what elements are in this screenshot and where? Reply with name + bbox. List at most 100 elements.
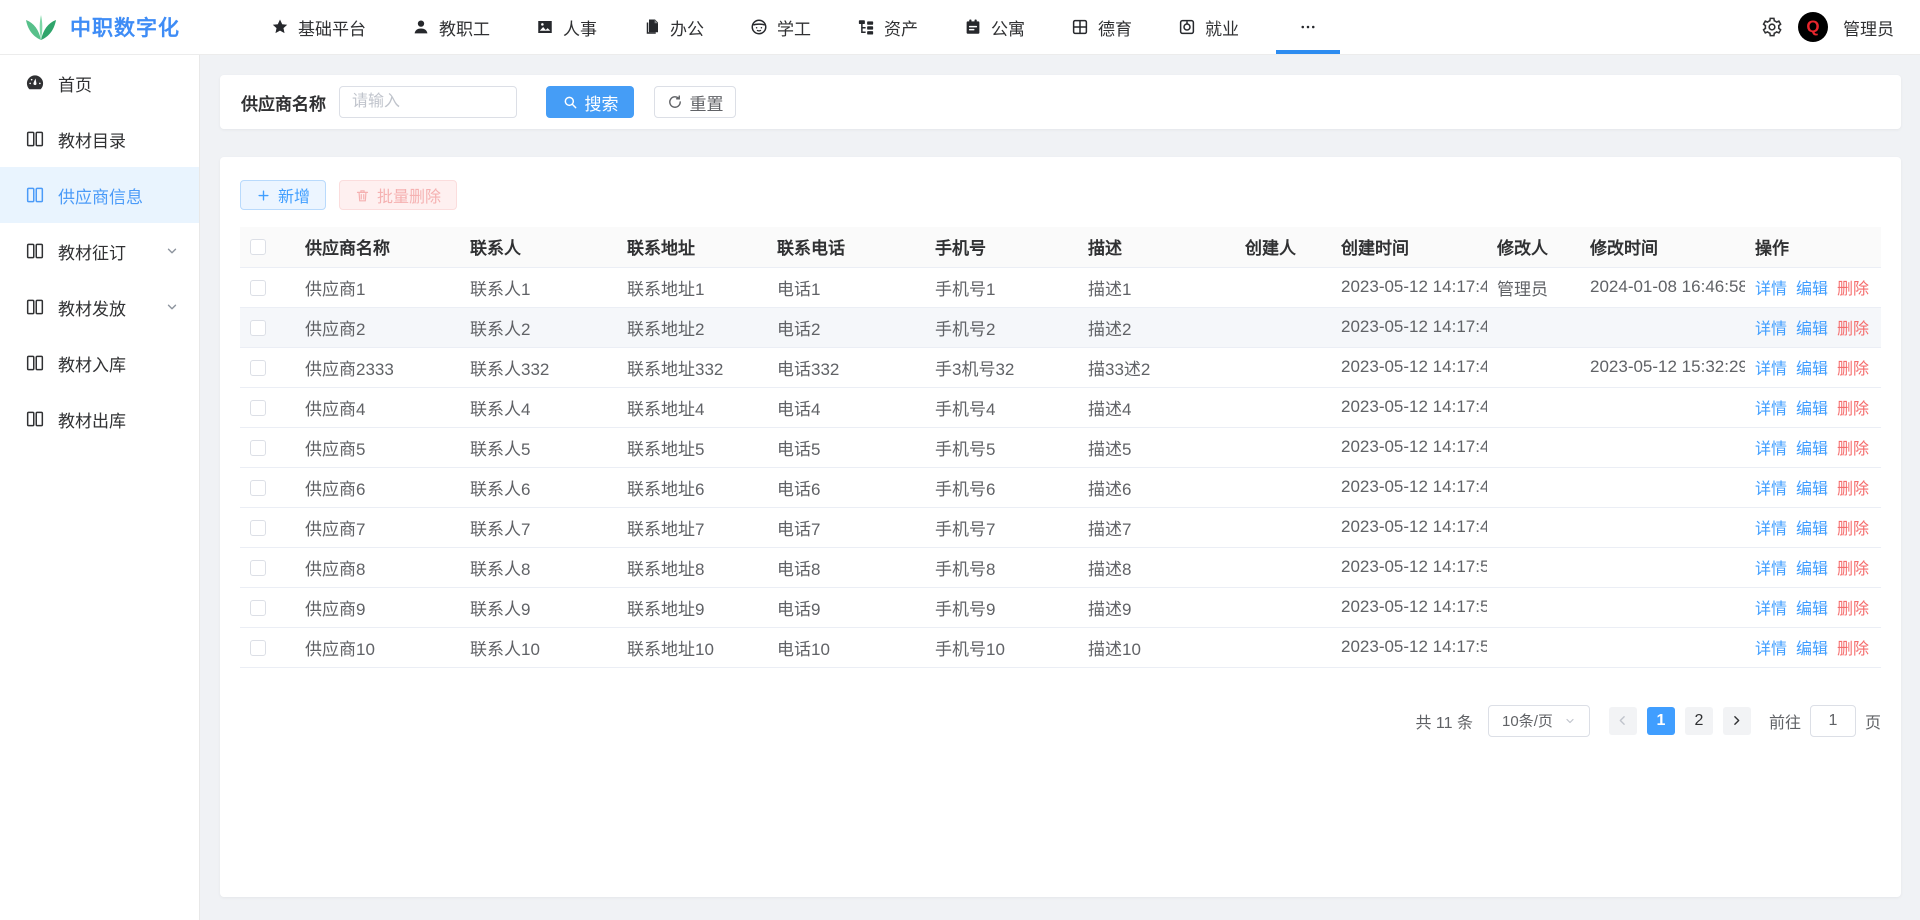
edit-link[interactable]: 编辑 [1796, 281, 1828, 298]
table-cell: 供应商1 [295, 267, 460, 307]
add-button[interactable]: 新增 [240, 180, 326, 210]
row-checkbox[interactable] [250, 560, 266, 576]
reset-button[interactable]: 重置 [654, 86, 736, 118]
row-checkbox[interactable] [250, 480, 266, 496]
nav-item-xuegong[interactable]: 学工 [727, 0, 834, 54]
table-cell: 联系人5 [460, 427, 617, 467]
sidebar-item-home[interactable]: 首页 [0, 55, 199, 111]
user-avatar[interactable]: Q [1798, 12, 1828, 42]
nav-item-renshi[interactable]: 人事 [513, 0, 620, 54]
app-logo[interactable]: 中职数字化 [24, 12, 214, 42]
edit-link[interactable]: 编辑 [1796, 641, 1828, 658]
table-cell: 联系地址332 [617, 347, 767, 387]
table-cell: 电话9 [767, 587, 925, 627]
delete-link[interactable]: 删除 [1837, 321, 1869, 338]
search-button[interactable]: 搜索 [546, 86, 634, 118]
app-header: 中职数字化 基础平台教职工人事办公学工资产 公寓德育就业 Q 管理员 [0, 0, 1920, 55]
delete-link[interactable]: 删除 [1837, 561, 1869, 578]
detail-link[interactable]: 详情 [1755, 521, 1787, 538]
goto-page-input[interactable] [1810, 705, 1856, 737]
sidebar-item-outbound[interactable]: 教材出库 [0, 391, 199, 447]
row-checkbox[interactable] [250, 640, 266, 656]
table-cell: 2023-05-12 14:17:48 [1331, 347, 1487, 387]
row-checkbox[interactable] [250, 280, 266, 296]
dashboard-icon [25, 73, 45, 93]
nav-item-jichupingtai[interactable]: 基础平台 [248, 0, 389, 54]
pagination: 共 11 条 10条/页 12 前往 页 [240, 705, 1881, 737]
more-icon [1299, 18, 1317, 36]
table-cell: 描述8 [1078, 547, 1235, 587]
edit-link[interactable]: 编辑 [1796, 521, 1828, 538]
table-cell: 2023-05-12 14:17:48 [1331, 387, 1487, 427]
edit-link[interactable]: 编辑 [1796, 481, 1828, 498]
sidebar-item-suppliers[interactable]: 供应商信息 [0, 167, 199, 223]
delete-link[interactable]: 删除 [1837, 401, 1869, 418]
table-cell: 管理员 [1487, 267, 1580, 307]
row-checkbox[interactable] [250, 600, 266, 616]
delete-link[interactable]: 删除 [1837, 281, 1869, 298]
page-size-select[interactable]: 10条/页 [1488, 705, 1590, 737]
settings-gear-icon[interactable] [1761, 16, 1783, 38]
row-checkbox[interactable] [250, 320, 266, 336]
column-header: 修改人 [1487, 227, 1580, 267]
edit-link[interactable]: 编辑 [1796, 441, 1828, 458]
sidebar: 首页教材目录供应商信息教材征订教材发放教材入库教材出库 [0, 55, 200, 920]
table-cell: 2023-05-12 14:17:50 [1331, 547, 1487, 587]
refresh-icon [667, 94, 683, 110]
row-checkbox[interactable] [250, 360, 266, 376]
nav-item-jiuye[interactable]: 就业 [1155, 0, 1262, 54]
row-checkbox[interactable] [250, 440, 266, 456]
detail-link[interactable]: 详情 [1755, 441, 1787, 458]
detail-link[interactable]: 详情 [1755, 601, 1787, 618]
sidebar-item-catalog[interactable]: 教材目录 [0, 111, 199, 167]
nav-item-jiaozhigong[interactable]: 教职工 [389, 0, 513, 54]
delete-link[interactable]: 删除 [1837, 441, 1869, 458]
edit-link[interactable]: 编辑 [1796, 361, 1828, 378]
edit-link[interactable]: 编辑 [1796, 321, 1828, 338]
edit-link[interactable]: 编辑 [1796, 601, 1828, 618]
detail-link[interactable]: 详情 [1755, 641, 1787, 658]
nav-item-zichan[interactable]: 资产 [834, 0, 941, 54]
sidebar-item-inbound[interactable]: 教材入库 [0, 335, 199, 391]
delete-link[interactable]: 删除 [1837, 361, 1869, 378]
batch-delete-button[interactable]: 批量删除 [339, 180, 457, 210]
table-cell [1580, 387, 1745, 427]
sidebar-item-order[interactable]: 教材征订 [0, 223, 199, 279]
detail-link[interactable]: 详情 [1755, 481, 1787, 498]
next-page-button[interactable] [1723, 707, 1751, 735]
tree-icon [857, 18, 875, 36]
page-button-1[interactable]: 1 [1647, 707, 1675, 735]
table-cell: 联系地址4 [617, 387, 767, 427]
table-row: 供应商9联系人9联系地址9电话9手机号9描述92023-05-12 14:17:… [240, 587, 1881, 627]
nav-item-gongyu[interactable]: 公寓 [941, 0, 1048, 54]
sidebar-item-issue[interactable]: 教材发放 [0, 279, 199, 335]
delete-link[interactable]: 删除 [1837, 521, 1869, 538]
app-title: 中职数字化 [70, 12, 180, 42]
table-cell: 电话2 [767, 307, 925, 347]
delete-link[interactable]: 删除 [1837, 601, 1869, 618]
supplier-name-input[interactable] [339, 86, 517, 118]
user-name[interactable]: 管理员 [1843, 15, 1894, 40]
edit-link[interactable]: 编辑 [1796, 401, 1828, 418]
edit-link[interactable]: 编辑 [1796, 561, 1828, 578]
detail-link[interactable]: 详情 [1755, 281, 1787, 298]
row-checkbox[interactable] [250, 520, 266, 536]
prev-page-button[interactable] [1609, 707, 1637, 735]
nav-item-bangong[interactable]: 办公 [620, 0, 727, 54]
delete-link[interactable]: 删除 [1837, 641, 1869, 658]
nav-item-more[interactable] [1262, 0, 1354, 54]
detail-link[interactable]: 详情 [1755, 401, 1787, 418]
nav-item-deyu[interactable]: 德育 [1048, 0, 1155, 54]
delete-link[interactable]: 删除 [1837, 481, 1869, 498]
row-checkbox[interactable] [250, 400, 266, 416]
nav-item-label: 基础平台 [298, 15, 366, 40]
table-cell: 手机号6 [925, 467, 1078, 507]
detail-link[interactable]: 详情 [1755, 561, 1787, 578]
row-checkbox-cell [240, 587, 295, 627]
nav-item-label: 公寓 [991, 15, 1025, 40]
select-all-checkbox[interactable] [250, 239, 266, 255]
main-content: 供应商名称 搜索 重置 新增 批量删除 [200, 55, 1920, 920]
page-button-2[interactable]: 2 [1685, 707, 1713, 735]
detail-link[interactable]: 详情 [1755, 321, 1787, 338]
detail-link[interactable]: 详情 [1755, 361, 1787, 378]
